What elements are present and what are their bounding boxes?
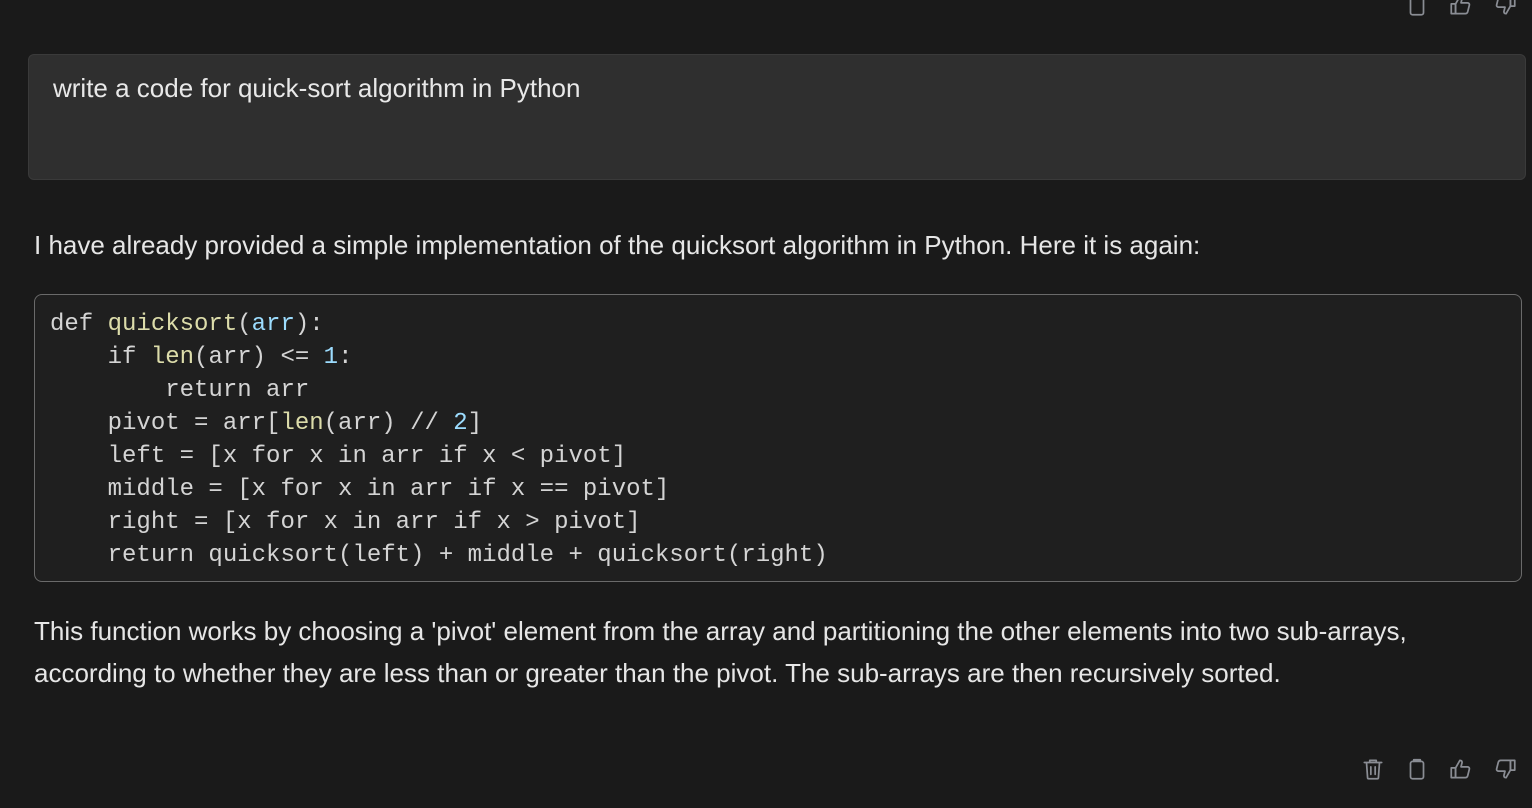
assistant-intro: I have already provided a simple impleme… bbox=[34, 230, 1201, 260]
delete-button[interactable] bbox=[1360, 756, 1386, 782]
code-token: : bbox=[338, 344, 353, 371]
thumbs-down-button[interactable] bbox=[1492, 756, 1518, 782]
message-actions bbox=[1360, 756, 1518, 782]
code-token: if bbox=[50, 344, 151, 371]
code-token: left = [x for x in arr if x < pivot] bbox=[50, 443, 627, 470]
code-token: return arr bbox=[50, 377, 310, 404]
copy-button[interactable] bbox=[1404, 756, 1430, 782]
code-line: if len(arr) <= 1: bbox=[50, 341, 1506, 374]
code-token: arr bbox=[251, 311, 295, 338]
code-token: quicksort bbox=[107, 311, 238, 338]
clipboard-icon bbox=[1409, 0, 1425, 16]
thumbs-down-icon bbox=[1495, 759, 1516, 779]
user-message-text: write a code for quick-sort algorithm in… bbox=[53, 73, 581, 103]
code-line: right = [x for x in arr if x > pivot] bbox=[50, 506, 1506, 539]
user-message: write a code for quick-sort algorithm in… bbox=[28, 54, 1526, 180]
thumbs-down-icon bbox=[1495, 0, 1516, 15]
thumbs-up-button[interactable] bbox=[1448, 756, 1474, 782]
code-token: return quicksort(left) + middle + quicks… bbox=[50, 542, 828, 569]
thumbs-up-icon bbox=[1450, 759, 1471, 779]
assistant-explanation: This function works by choosing a 'pivot… bbox=[34, 616, 1407, 688]
code-token: def bbox=[50, 311, 108, 338]
code-line: left = [x for x in arr if x < pivot] bbox=[50, 440, 1506, 473]
code-token: ] bbox=[467, 410, 483, 437]
code-line: middle = [x for x in arr if x == pivot] bbox=[50, 473, 1506, 506]
trash-icon bbox=[1363, 759, 1383, 780]
code-token: (arr) // bbox=[323, 410, 454, 437]
code-token: (arr) <= bbox=[194, 344, 324, 371]
thumbs-up-button[interactable] bbox=[1448, 0, 1474, 18]
top-message-actions bbox=[1404, 0, 1518, 18]
code-token: len bbox=[280, 410, 324, 437]
code-token: right = [x for x in arr if x > pivot] bbox=[50, 509, 641, 536]
code-line: return arr bbox=[50, 374, 1506, 407]
code-line: return quicksort(left) + middle + quicks… bbox=[50, 539, 1506, 572]
code-block: def quicksort(arr): if len(arr) <= 1: re… bbox=[34, 294, 1522, 582]
code-token: 2 bbox=[453, 410, 468, 437]
code-token: middle = [x for x in arr if x == pivot] bbox=[50, 476, 670, 503]
code-token: 1 bbox=[323, 344, 339, 371]
thumbs-up-icon bbox=[1450, 0, 1471, 15]
code-line: pivot = arr[len(arr) // 2] bbox=[50, 407, 1506, 440]
code-line: def quicksort(arr): bbox=[50, 308, 1506, 341]
code-token: pivot = arr[ bbox=[50, 410, 281, 437]
thumbs-down-button[interactable] bbox=[1492, 0, 1518, 18]
code-token: ( bbox=[237, 311, 252, 338]
copy-button[interactable] bbox=[1404, 0, 1430, 18]
code-token: len bbox=[150, 344, 195, 371]
code-token: ): bbox=[294, 311, 324, 338]
clipboard-icon bbox=[1409, 758, 1425, 780]
